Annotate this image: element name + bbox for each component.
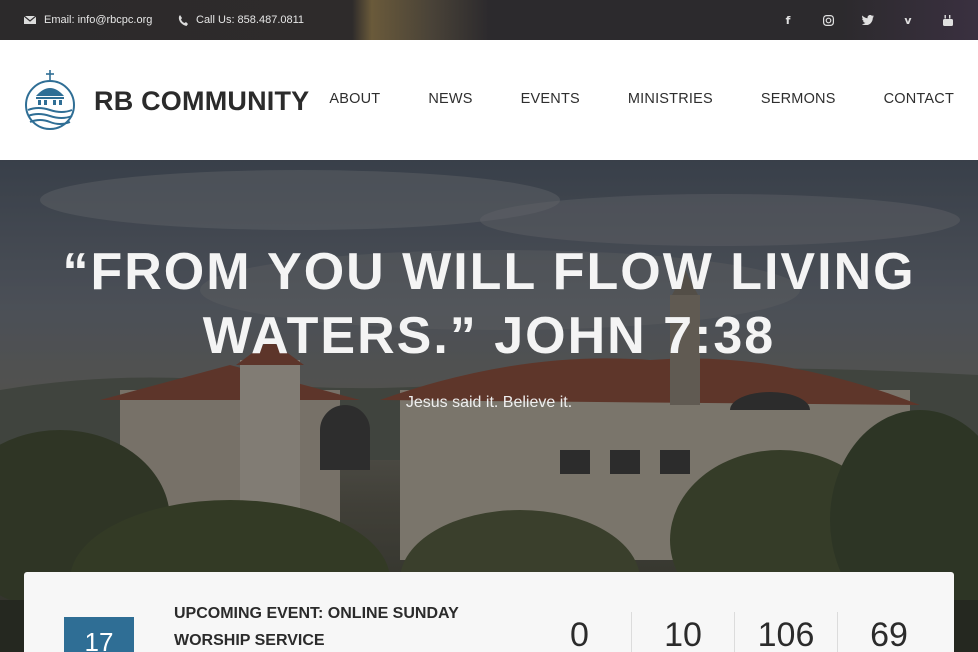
countdown-hours: 10 [631,612,734,652]
hero-subtitle: Jesus said it. Believe it. [405,394,573,411]
phone-text: Call Us: 858.487.0811 [196,14,305,26]
event-countdown: 0 10 106 69 [528,612,940,652]
upcoming-event-card: 17 UPCOMING EVENT: ONLINE SUNDAY WORSHIP… [24,572,954,652]
phone-icon [178,14,188,26]
nav-contact[interactable]: CONTACT [884,91,954,107]
countdown-days: 0 [570,616,589,652]
nav-news[interactable]: NEWS [428,91,472,107]
phone-contact[interactable]: Call Us: 858.487.0811 [178,14,304,26]
countdown-minutes: 106 [734,612,837,652]
envelope-icon [24,15,36,24]
twitter-icon[interactable] [860,12,876,28]
social-links: f v [756,12,956,28]
main-nav: ABOUT NEWS EVENTS MINISTRIES SERMONS CON… [281,91,954,107]
youtube-icon[interactable] [940,12,956,28]
vimeo-icon[interactable]: v [900,12,916,28]
event-title[interactable]: UPCOMING EVENT: ONLINE SUNDAY WORSHIP SE… [174,600,474,652]
facebook-icon[interactable]: f [780,12,796,28]
email-text: Email: info@rbcpc.org [44,14,153,26]
brand-name[interactable]: RB COMMUNITY [94,86,309,117]
countdown-seconds: 69 [837,612,940,652]
nav-about[interactable]: ABOUT [329,91,380,107]
event-date-badge: 17 [64,617,134,652]
church-logo[interactable] [24,70,78,130]
nav-events[interactable]: EVENTS [521,91,580,107]
nav-ministries[interactable]: MINISTRIES [628,91,713,107]
instagram-icon[interactable] [820,12,836,28]
hero-title: “FROM YOU WILL FLOW LIVING WATERS.” JOHN… [62,243,916,365]
email-contact[interactable]: Email: info@rbcpc.org [24,14,152,26]
site-header: RB COMMUNITY ABOUT NEWS EVENTS MINISTRIE… [0,40,978,160]
nav-sermons[interactable]: SERMONS [761,91,836,107]
top-bar: Email: info@rbcpc.org Call Us: 858.487.0… [0,0,978,40]
